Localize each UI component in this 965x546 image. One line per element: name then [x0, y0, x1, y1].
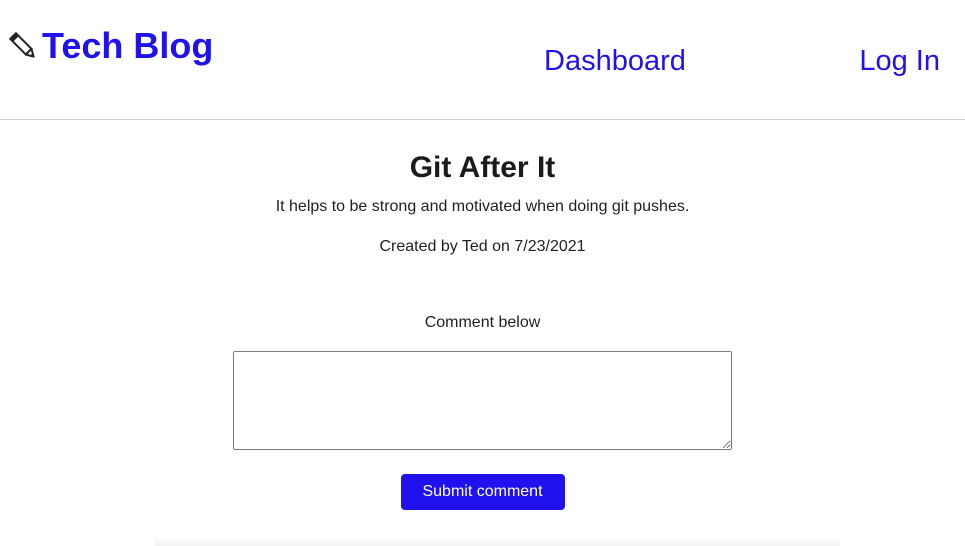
comment-label: Comment below [424, 314, 541, 331]
post-meta: Created by Ted on 7/23/2021 [379, 238, 586, 255]
post-container: Git After It It helps to be strong and m… [0, 120, 965, 510]
footer-divider [155, 536, 840, 546]
submit-comment-button[interactable]: Submit comment [400, 474, 565, 510]
site-header: Tech Blog Dashboard Log In [0, 0, 965, 120]
pencil-icon [8, 28, 38, 64]
site-title: Tech Blog [42, 25, 214, 66]
nav-login-link[interactable]: Log In [859, 44, 940, 79]
post-title: Git After It [409, 151, 556, 184]
post-body: It helps to be strong and motivated when… [275, 198, 690, 215]
site-logo-link[interactable]: Tech Blog [8, 28, 213, 64]
comment-input[interactable] [233, 351, 732, 450]
nav-dashboard-link[interactable]: Dashboard [544, 44, 686, 79]
